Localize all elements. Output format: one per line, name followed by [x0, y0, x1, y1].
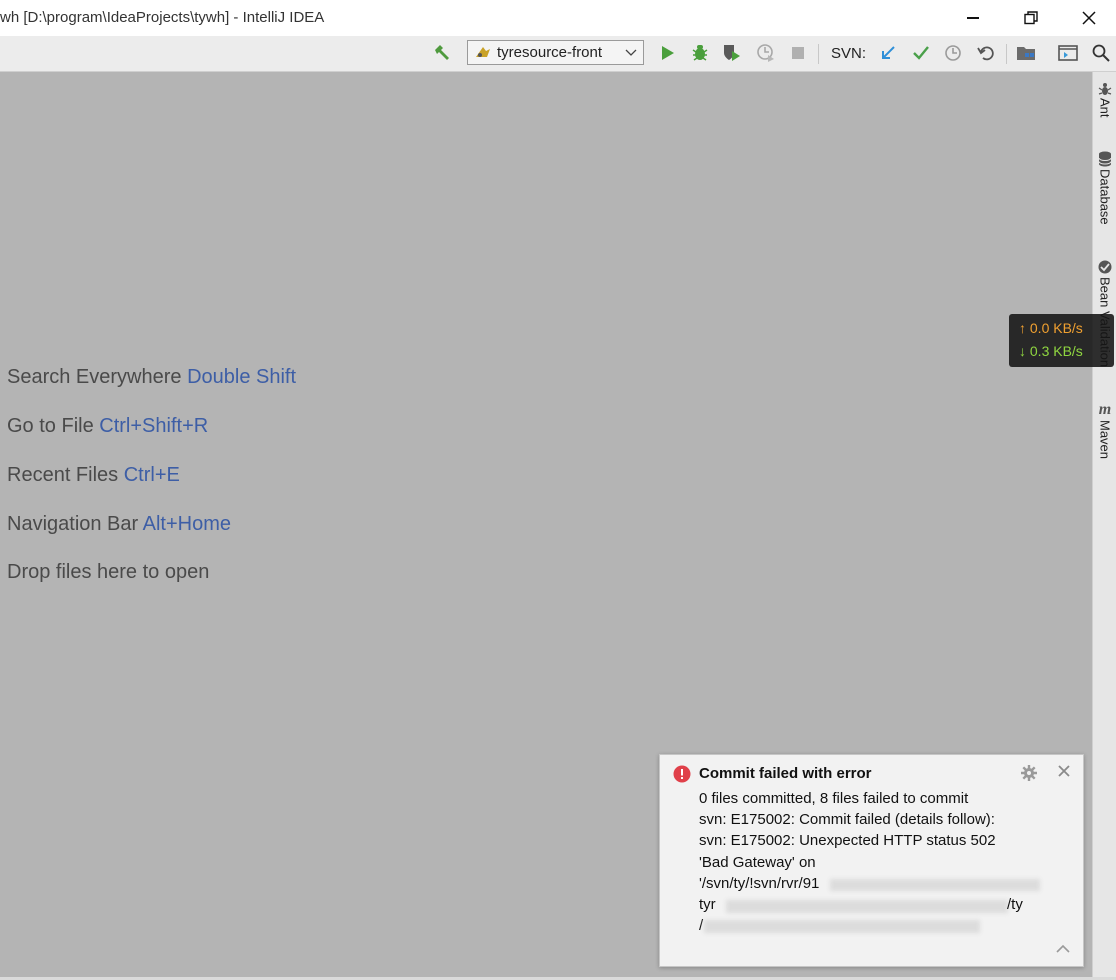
run-button[interactable]: [657, 42, 679, 64]
toolbar-separator: [1006, 44, 1007, 64]
hint-label: Drop files here to open: [7, 561, 210, 583]
tool-window-label: Database: [1097, 169, 1113, 225]
tool-window-database[interactable]: Database: [1093, 151, 1116, 225]
svn-update-icon: [882, 46, 895, 59]
build-hammer-icon: [435, 45, 449, 60]
tool-window-ant[interactable]: Ant: [1093, 82, 1116, 118]
stop-icon: [792, 47, 804, 59]
gear-icon: [1021, 765, 1037, 781]
close-icon: [1082, 11, 1096, 25]
hint-recent-files: Recent Files Ctrl+E: [7, 464, 180, 487]
minimize-icon: [967, 17, 979, 19]
search-icon: [1092, 44, 1110, 62]
window-title: wh [D:\program\IdeaProjects\tywh] - Inte…: [0, 9, 325, 26]
hint-navigation-bar: Navigation Bar Alt+Home: [7, 513, 231, 536]
notification-line: svn: E175002: Unexpected HTTP status 502: [699, 832, 996, 849]
svn-update-button[interactable]: [877, 42, 899, 64]
hint-shortcut: Ctrl+E: [123, 464, 180, 486]
config-type-icon: [476, 46, 490, 57]
title-bar: wh [D:\program\IdeaProjects\tywh] - Inte…: [0, 0, 1116, 36]
redacted-text: [830, 879, 1040, 891]
terminal-button[interactable]: [1057, 42, 1079, 64]
maven-icon: m: [1098, 401, 1112, 418]
ant-icon: [1098, 83, 1112, 95]
notification-collapse-button[interactable]: [1056, 941, 1070, 959]
restore-icon: [1024, 11, 1038, 25]
hint-label: Go to File: [7, 415, 94, 437]
chevron-up-icon: [1056, 944, 1070, 953]
tool-window-label: Ant: [1097, 98, 1113, 118]
close-icon: [1058, 765, 1070, 777]
run-config-label: tyresource-front: [497, 44, 603, 61]
hint-label: Navigation Bar: [7, 513, 139, 535]
upload-speed-value: 0.0 KB/s: [1029, 320, 1083, 336]
debug-button[interactable]: [689, 42, 711, 64]
right-tool-strip: Ant Database Bean Validation m Maven: [1092, 72, 1116, 978]
notification-line: svn: E175002: Commit failed (details fol…: [699, 811, 995, 828]
toolbar-separator: [818, 44, 819, 64]
hint-go-to-file: Go to File Ctrl+Shift+R: [7, 415, 208, 438]
hint-label: Recent Files: [7, 464, 119, 486]
svn-revert-button[interactable]: [975, 42, 997, 64]
hint-search-everywhere: Search Everywhere Double Shift: [7, 366, 296, 389]
notification-line-tail: /ty: [1007, 896, 1023, 913]
svn-history-button[interactable]: [942, 42, 964, 64]
project-structure-icon: [1017, 47, 1035, 60]
hint-shortcut: Ctrl+Shift+R: [99, 415, 209, 437]
upload-arrow-icon: ↑: [1019, 320, 1026, 336]
notification-line: tyr: [699, 896, 716, 913]
project-structure-button[interactable]: [1015, 42, 1037, 64]
main-toolbar: tyresource-front SVN:: [0, 36, 1116, 72]
database-icon: [1098, 151, 1112, 167]
profile-button[interactable]: [755, 42, 777, 64]
svn-label: SVN:: [831, 45, 867, 62]
svn-revert-icon: [977, 46, 994, 61]
download-speed-value: 0.3 KB/s: [1029, 343, 1083, 359]
notification-title: Commit failed with error: [699, 765, 872, 782]
network-speed-widget: ↑ 0.0 KB/s ↓ 0.3 KB/s: [1009, 314, 1114, 367]
redacted-text: [704, 920, 980, 933]
hint-label: Search Everywhere: [7, 366, 182, 388]
coverage-icon: [724, 45, 740, 61]
hint-shortcut: Alt+Home: [142, 513, 232, 535]
upload-speed: ↑ 0.0 KB/s: [1019, 320, 1083, 336]
error-icon: [673, 765, 691, 783]
bean-validation-icon: [1098, 260, 1112, 274]
close-window-button[interactable]: [1066, 0, 1112, 36]
error-notification: Commit failed with error 0 files committ…: [659, 754, 1084, 967]
run-configuration-select[interactable]: tyresource-front: [467, 40, 644, 65]
terminal-icon: [1058, 45, 1078, 61]
chevron-down-icon: [625, 49, 637, 56]
tool-window-label: Maven: [1097, 420, 1113, 460]
download-speed: ↓ 0.3 KB/s: [1019, 343, 1083, 359]
notification-line: /: [699, 917, 704, 934]
notification-line: 'Bad Gateway' on: [699, 854, 816, 871]
run-icon: [662, 46, 674, 60]
restore-button[interactable]: [1008, 0, 1054, 36]
svn-commit-button[interactable]: [910, 42, 932, 64]
redacted-text: [726, 900, 1008, 913]
profile-icon: [757, 44, 774, 62]
notification-close-button[interactable]: [1057, 764, 1071, 783]
hint-drop-files: Drop files here to open: [7, 561, 209, 584]
notification-line: 0 files committed, 8 files failed to com…: [699, 790, 969, 807]
search-everywhere-button[interactable]: [1090, 42, 1112, 64]
notification-line: '/svn/ty/!svn/rvr/91: [699, 875, 820, 892]
download-arrow-icon: ↓: [1019, 343, 1026, 359]
tool-window-maven[interactable]: m Maven: [1093, 401, 1116, 460]
stop-button[interactable]: [787, 42, 809, 64]
hint-shortcut: Double Shift: [187, 366, 297, 388]
debug-icon: [692, 45, 708, 61]
notification-settings-button[interactable]: [1020, 764, 1038, 787]
minimize-button[interactable]: [950, 0, 996, 36]
svn-history-icon: [945, 45, 961, 61]
svn-commit-icon: [913, 46, 929, 60]
run-with-coverage-button[interactable]: [721, 42, 743, 64]
build-button[interactable]: [431, 42, 453, 64]
